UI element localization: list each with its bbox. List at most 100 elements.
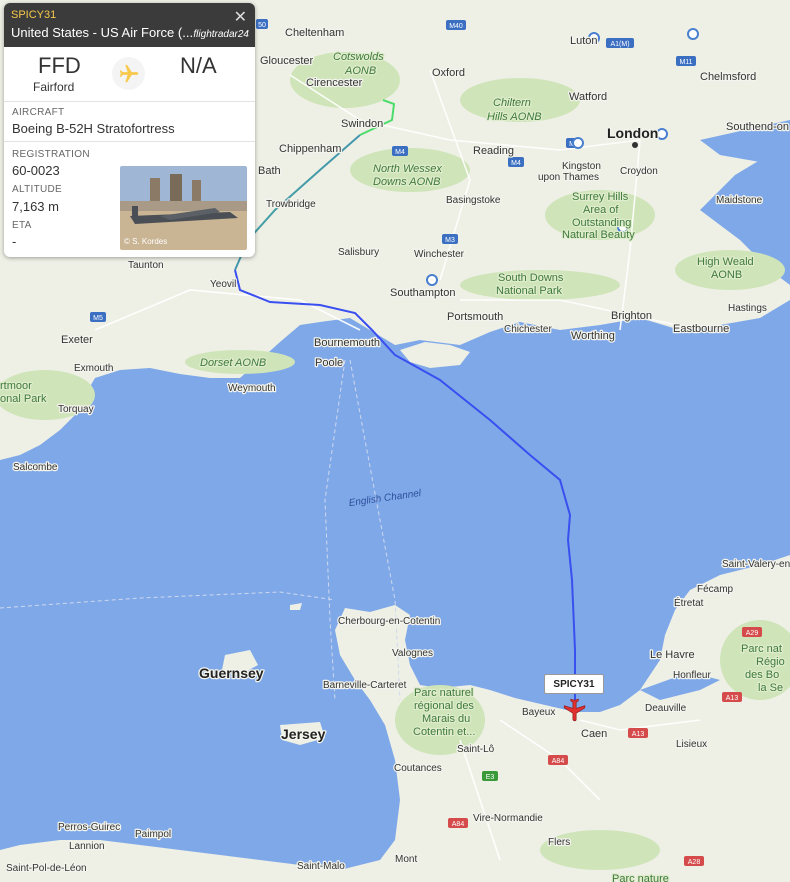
- label-chiltern: Chiltern: [493, 97, 531, 109]
- panel-header: SPICY31 United States - US Air Force (..…: [4, 3, 255, 47]
- label-north-wessex: North Wessex: [373, 163, 442, 175]
- flight-info-panel: SPICY31 United States - US Air Force (..…: [4, 3, 255, 257]
- london-dot: [632, 142, 638, 148]
- aircraft-label: AIRCRAFT: [12, 107, 65, 118]
- flight-tag[interactable]: SPICY31: [544, 674, 604, 694]
- svg-text:A84: A84: [552, 758, 565, 765]
- label-southampton: Southampton: [390, 287, 455, 299]
- label-chiltern-aonb: Hills AONB: [487, 111, 542, 123]
- route-section: FFD Fairford N/A: [4, 47, 255, 102]
- label-lisieux: Lisieux: [676, 739, 707, 750]
- label-oxford: Oxford: [432, 67, 465, 79]
- label-south-downs: South Downs: [498, 272, 564, 284]
- road-shield-m11: M11: [676, 56, 696, 66]
- label-parc-normandie: Parc nature: [612, 873, 669, 882]
- label-high-weald-2: AONB: [711, 269, 742, 281]
- label-caen: Caen: [581, 728, 607, 740]
- label-south-downs-2: National Park: [496, 285, 563, 297]
- label-trowbridge: Trowbridge: [266, 199, 316, 210]
- svg-text:A1(M): A1(M): [610, 41, 629, 48]
- label-cotswolds: Cotswolds: [333, 51, 384, 63]
- label-bournemouth: Bournemouth: [314, 337, 380, 349]
- road-shield-m5: M5: [90, 312, 106, 322]
- label-taunton: Taunton: [128, 260, 164, 271]
- label-high-weald: High Weald: [697, 256, 754, 268]
- label-parc-marais-4: Cotentin et...: [413, 726, 475, 738]
- label-surrey-1: Surrey Hills: [572, 191, 629, 203]
- label-cheltenham: Cheltenham: [285, 27, 344, 39]
- aircraft-marker-icon[interactable]: [561, 697, 587, 728]
- svg-text:50: 50: [258, 22, 266, 29]
- label-poole: Poole: [315, 357, 343, 369]
- svg-text:A84: A84: [452, 821, 465, 828]
- road-shield-a84a: A84: [548, 755, 568, 765]
- road-shield-m4a: M4: [392, 146, 408, 156]
- road-shield-m4b: M4: [508, 157, 524, 167]
- origin-name: Fairford: [33, 80, 75, 94]
- label-etretat: Étretat: [674, 596, 704, 609]
- svg-text:M11: M11: [679, 59, 692, 66]
- label-salisbury: Salisbury: [338, 247, 379, 258]
- label-weymouth: Weymouth: [228, 383, 276, 394]
- label-barneville: Barneville-Carteret: [323, 680, 407, 691]
- label-coutances: Coutances: [394, 763, 442, 774]
- road-shield-a28: A28: [684, 856, 704, 866]
- label-exmouth: Exmouth: [74, 363, 113, 374]
- label-vire: Vire-Normandie: [473, 813, 543, 824]
- eta-value: -: [12, 234, 17, 249]
- provider-logo: flightradar24: [193, 29, 249, 40]
- destination-code: N/A: [180, 53, 217, 78]
- label-basingstoke: Basingstoke: [446, 195, 501, 206]
- label-salcombe: Salcombe: [13, 462, 58, 473]
- label-parc-marais-1: Parc naturel: [414, 687, 473, 699]
- altitude-label: ALTITUDE: [12, 184, 62, 195]
- label-mont: Mont: [395, 854, 417, 865]
- airport-pin-icon[interactable]: [426, 274, 438, 286]
- airport-pin-icon[interactable]: [687, 28, 699, 40]
- road-shield-a13a: A13: [628, 728, 648, 738]
- svg-text:A28: A28: [688, 859, 701, 866]
- road-shield-a84b: A84: [448, 818, 468, 828]
- label-saint-lo: Saint-Lô: [457, 744, 495, 755]
- label-bayeux: Bayeux: [522, 707, 555, 718]
- close-icon[interactable]: ✕: [234, 7, 247, 27]
- svg-text:A13: A13: [632, 731, 645, 738]
- road-shield-m3: M3: [442, 234, 458, 244]
- road-shield-a1m: A1(M): [606, 38, 634, 48]
- label-flers: Flers: [548, 837, 570, 848]
- label-surrey-4: Natural Beauty: [562, 229, 635, 241]
- airport-pin-icon[interactable]: [572, 137, 584, 149]
- label-swindon: Swindon: [341, 118, 383, 130]
- road-shield-m40: M40: [446, 20, 466, 30]
- label-maidstone: Maidstone: [716, 195, 763, 206]
- label-dartmoor-1: rtmoor: [0, 380, 32, 392]
- airplane-icon: [112, 57, 145, 90]
- label-luton: Luton: [570, 35, 598, 47]
- svg-text:A29: A29: [746, 630, 759, 637]
- label-cherbourg: Cherbourg-en-Cotentin: [338, 616, 440, 627]
- airport-pin-icon[interactable]: [656, 128, 668, 140]
- label-le-havre: Le Havre: [650, 649, 695, 661]
- label-parc-nat-4: la Se: [758, 682, 783, 694]
- eta-label: ETA: [12, 220, 32, 231]
- label-parc-nat-1: Parc nat: [741, 643, 782, 655]
- label-parc-marais-3: Marais du: [422, 713, 470, 725]
- svg-text:M5: M5: [93, 315, 103, 322]
- label-chichester: Chichester: [504, 324, 552, 335]
- label-surrey-2: Area of: [583, 204, 619, 216]
- normandie-park-area: [540, 830, 660, 870]
- label-southend: Southend-on: [726, 121, 789, 133]
- label-surrey-3: Outstanding: [572, 217, 631, 229]
- callsign: SPICY31: [11, 9, 57, 21]
- label-chelmsford: Chelmsford: [700, 71, 756, 83]
- label-kingston: Kingston: [562, 161, 601, 172]
- label-winchester: Winchester: [414, 249, 465, 260]
- label-london: London: [607, 125, 658, 141]
- label-cirencester: Cirencester: [306, 77, 363, 89]
- svg-text:E3: E3: [486, 774, 495, 781]
- label-croydon: Croydon: [620, 166, 658, 177]
- label-parc-nat-3: des Bo: [745, 669, 779, 681]
- label-saint-malo: Saint-Malo: [297, 861, 345, 872]
- label-kingston-2: upon Thames: [538, 172, 599, 183]
- label-deauville: Deauville: [645, 703, 687, 714]
